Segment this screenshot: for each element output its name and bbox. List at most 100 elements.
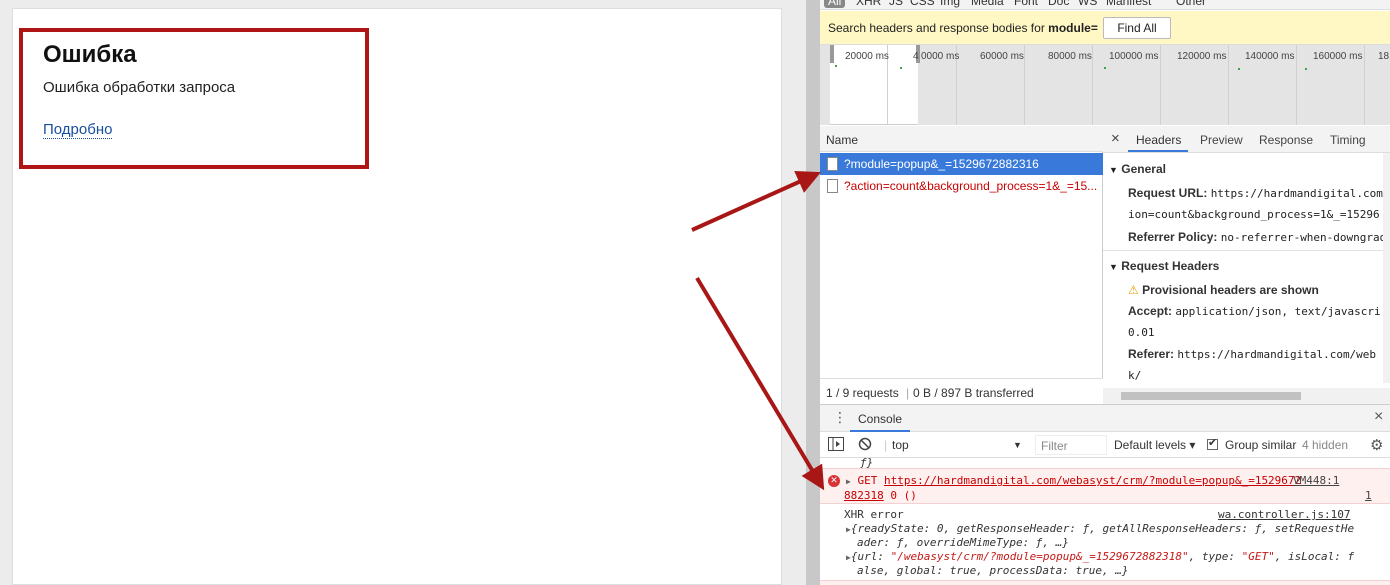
tick-line <box>1228 45 1229 125</box>
details-vertical-scrollbar[interactable] <box>1383 153 1390 383</box>
filter-manifest[interactable]: Manifest <box>1106 0 1151 8</box>
close-drawer-icon[interactable]: × <box>1374 408 1383 426</box>
tick-line <box>1296 45 1297 125</box>
drawer-menu-icon[interactable]: ⋮ <box>833 409 847 426</box>
object-line[interactable]: ▶{readyState: 0, getResponseHeader: ƒ, g… <box>846 522 1354 535</box>
timeline-tick: 80000 ms <box>1048 51 1092 62</box>
request-row-selected[interactable]: ?module=popup&_=1529672882316 <box>820 153 1103 175</box>
timeline-marker <box>1238 68 1240 70</box>
console-filter-input[interactable]: Filter <box>1035 435 1107 455</box>
accept-header-continued: 0.01 <box>1128 326 1155 339</box>
active-tab-indicator <box>1128 150 1188 152</box>
tab-console[interactable]: Console <box>850 405 911 432</box>
tab-preview[interactable]: Preview <box>1200 133 1243 147</box>
clear-console-icon[interactable] <box>858 437 872 454</box>
request-url-continued: ion=count&background_process=1&_=15296 <box>1128 208 1380 221</box>
search-query[interactable]: module= <box>1048 21 1098 35</box>
scrollbar-thumb[interactable] <box>1121 392 1301 400</box>
request-list: Name ?module=popup&_=1529672882316 ?acti… <box>820 126 1103 404</box>
details-horizontal-scrollbar[interactable] <box>1103 388 1390 404</box>
network-timeline[interactable]: 20000 ms 4 0000 ms 60000 ms 80000 ms 100… <box>820 45 1390 125</box>
sidebar-toggle-icon[interactable] <box>828 437 844 454</box>
filter-font[interactable]: Font <box>1014 0 1038 8</box>
referrer-policy-row: Referrer Policy: no-referrer-when-downgr… <box>1128 230 1387 244</box>
timeline-tick: 160000 ms <box>1313 51 1363 62</box>
object-line-cont: alse, global: true, processData: true, …… <box>857 564 1129 577</box>
filter-js[interactable]: JS <box>889 0 903 8</box>
hidden-count: 4 hidden <box>1302 438 1349 452</box>
request-list-footer: 1 / 9 requests | 0 B / 897 B transferred <box>820 378 1103 404</box>
timeline-tick: 18 <box>1378 51 1390 62</box>
filter-xhr[interactable]: XHR <box>856 0 881 8</box>
details-tabs: × Headers Preview Response Timing <box>1103 126 1390 153</box>
tick-line <box>1024 45 1025 125</box>
filter-other[interactable]: Other <box>1176 0 1206 8</box>
document-icon <box>827 157 838 171</box>
timeline-tick: 100000 ms <box>1109 51 1159 62</box>
error-dialog: Ошибка Ошибка обработки запроса Подробно <box>19 28 369 169</box>
filter-all[interactable]: All <box>824 0 846 8</box>
timeline-tick: 4 <box>913 51 919 62</box>
details-link[interactable]: Подробно <box>43 121 113 139</box>
tick-line <box>1160 45 1161 125</box>
provisional-warning: ⚠ Provisional headers are shown <box>1128 283 1319 297</box>
timeline-tick: 20000 ms <box>845 51 889 62</box>
context-dropdown-icon[interactable]: ▼ <box>1013 440 1022 450</box>
timeline-tick: 120000 ms <box>1177 51 1227 62</box>
tab-timing[interactable]: Timing <box>1330 133 1366 147</box>
timeline-tick: 140000 ms <box>1245 51 1295 62</box>
document-icon <box>827 179 838 193</box>
timeline-shade-left <box>820 45 830 125</box>
request-row[interactable]: ?action=count&background_process=1&_=15.… <box>820 175 1103 197</box>
object-line[interactable]: ▶{url: "/webasyst/crm/?module=popup&_=15… <box>846 550 1354 563</box>
filter-img[interactable]: Img <box>940 0 960 8</box>
search-label: Search headers and response bodies for m… <box>828 21 1098 35</box>
filter-media[interactable]: Media <box>971 0 1004 8</box>
timeline-tick: 0000 ms <box>921 51 960 62</box>
error-source-link[interactable]: VM448:1 <box>1293 474 1339 487</box>
error-message: Ошибка обработки запроса <box>43 79 236 96</box>
console-settings-gear-icon[interactable]: ⚙ <box>1370 436 1383 454</box>
group-similar-checkbox[interactable]: ✔ <box>1207 437 1218 450</box>
timeline-marker <box>900 67 902 69</box>
panel-splitter[interactable] <box>806 0 820 585</box>
log-levels-dropdown[interactable]: Default levels ▾ <box>1114 438 1195 452</box>
context-selector[interactable]: top <box>892 438 909 452</box>
caret-down-icon: ▼ <box>1109 165 1118 175</box>
error-url-link[interactable]: https://hardmandigital.com/webasyst/crm/… <box>884 474 1301 487</box>
tab-headers[interactable]: Headers <box>1136 133 1181 147</box>
request-headers-section-toggle[interactable]: ▼ Request Headers <box>1109 259 1219 273</box>
screenshot-root: Ошибка Ошибка обработки запроса Подробно… <box>0 0 1390 585</box>
general-section-toggle[interactable]: ▼ General <box>1109 162 1166 176</box>
resource-type-filter-bar: All XHR JS CSS Img Media Font Doc WS Man… <box>820 0 1390 10</box>
filter-ws[interactable]: WS <box>1078 0 1097 8</box>
console-error-entry <box>820 580 1390 585</box>
filter-css[interactable]: CSS <box>910 0 935 8</box>
xhr-error-text: XHR error <box>844 508 904 521</box>
devtools-panel: All XHR JS CSS Img Media Font Doc WS Man… <box>820 0 1390 585</box>
object-line-cont: ader: ƒ, overrideMimeType: ƒ, …} <box>857 536 1069 549</box>
timeline-marker <box>1104 67 1106 69</box>
referer-header-continued: k/ <box>1128 369 1142 382</box>
error-source-link-cont: 1 <box>1365 489 1372 502</box>
find-all-button[interactable]: Find All <box>1103 17 1171 39</box>
console-output: ƒ} ✕ ▶ GET https://hardmandigital.com/we… <box>820 458 1390 585</box>
drawer-tabbar: ⋮ Console × <box>820 404 1390 432</box>
referer-header-row: Referer: https://hardmandigital.com/web <box>1128 347 1377 361</box>
expand-arrow-icon[interactable]: ▶ <box>846 477 851 486</box>
filter-doc[interactable]: Doc <box>1048 0 1069 8</box>
caret-down-icon: ▼ <box>1109 262 1118 272</box>
xhr-source-link[interactable]: wa.controller.js:107 <box>1218 508 1350 521</box>
request-url-row: Request URL: https://hardmandigital.com <box>1128 186 1383 200</box>
accept-header-row: Accept: application/json, text/javascri <box>1128 304 1381 318</box>
transferred-size: 0 B / 897 B transferred <box>913 386 1034 400</box>
error-icon: ✕ <box>828 475 840 487</box>
tab-response[interactable]: Response <box>1259 133 1313 147</box>
request-list-header[interactable]: Name <box>820 126 1103 152</box>
section-divider <box>1103 250 1390 251</box>
console-toolbar: | top ▼ Filter Default levels ▾ ✔ Group … <box>820 432 1390 458</box>
footer-divider: | <box>906 386 910 400</box>
timeline-handle-left[interactable] <box>830 45 834 63</box>
request-details: × Headers Preview Response Timing ▼ Gene… <box>1103 126 1390 404</box>
close-icon[interactable]: × <box>1111 130 1120 147</box>
